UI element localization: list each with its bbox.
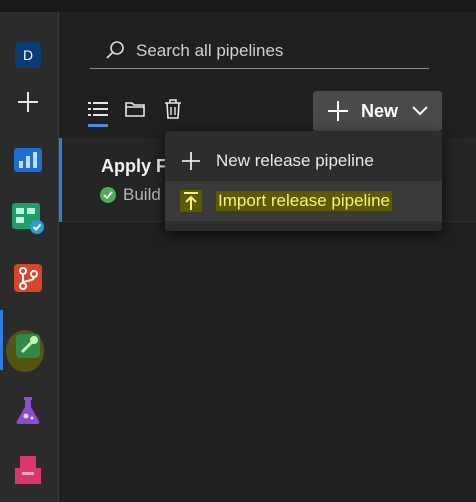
search-icon [106, 40, 124, 59]
success-icon [100, 187, 116, 203]
menu-item-label: New release pipeline [216, 151, 374, 170]
pipeline-name[interactable]: Apply F [101, 156, 167, 177]
plus-icon [328, 101, 348, 121]
menu-item-label: Import release pipeline [216, 191, 392, 211]
search-input[interactable]: Search all pipelines [136, 41, 283, 61]
tab-list-view[interactable] [87, 98, 109, 120]
sidebar-item-test-plans[interactable] [10, 392, 46, 428]
organization-avatar[interactable]: D [15, 42, 41, 68]
plus-icon [18, 92, 38, 112]
boards-icon [12, 203, 44, 234]
artifacts-icon [15, 456, 41, 484]
sidebar-item-repos[interactable] [10, 260, 46, 296]
sidebar-item-boards[interactable] [10, 200, 46, 236]
sidebar-item-artifacts[interactable] [10, 452, 46, 488]
sidebar-item-overview[interactable] [10, 142, 46, 178]
sidebar: D [0, 12, 59, 502]
overview-icon [14, 148, 42, 172]
chevron-down-icon [412, 106, 428, 116]
new-button-label: New [361, 100, 399, 121]
active-tab-indicator [88, 124, 108, 127]
upload-icon [180, 190, 202, 212]
add-project-button[interactable] [10, 84, 46, 120]
row-selected-indicator [59, 138, 62, 222]
sidebar-item-pipelines[interactable] [10, 328, 46, 364]
trash-icon [165, 99, 181, 119]
menu-item-new-release-pipeline[interactable]: New release pipeline [165, 141, 442, 181]
menu-item-import-release-pipeline[interactable]: Import release pipeline [165, 181, 442, 221]
search-box[interactable]: Search all pipelines [90, 33, 429, 69]
pipelines-icon [16, 334, 40, 358]
pipeline-status-text: Build [123, 185, 161, 204]
new-dropdown-menu: New release pipeline Import release pipe… [165, 131, 442, 231]
active-nav-indicator [0, 310, 3, 370]
plus-icon [180, 150, 202, 172]
new-button[interactable]: New [313, 91, 442, 131]
main-content [59, 12, 476, 502]
test-plans-icon [16, 397, 40, 424]
repos-icon [14, 264, 42, 292]
tab-folder-view[interactable] [124, 98, 146, 120]
tab-deleted-view[interactable] [162, 98, 184, 120]
list-icon [88, 102, 108, 116]
folder-icon [125, 102, 145, 117]
top-strip [0, 0, 476, 12]
